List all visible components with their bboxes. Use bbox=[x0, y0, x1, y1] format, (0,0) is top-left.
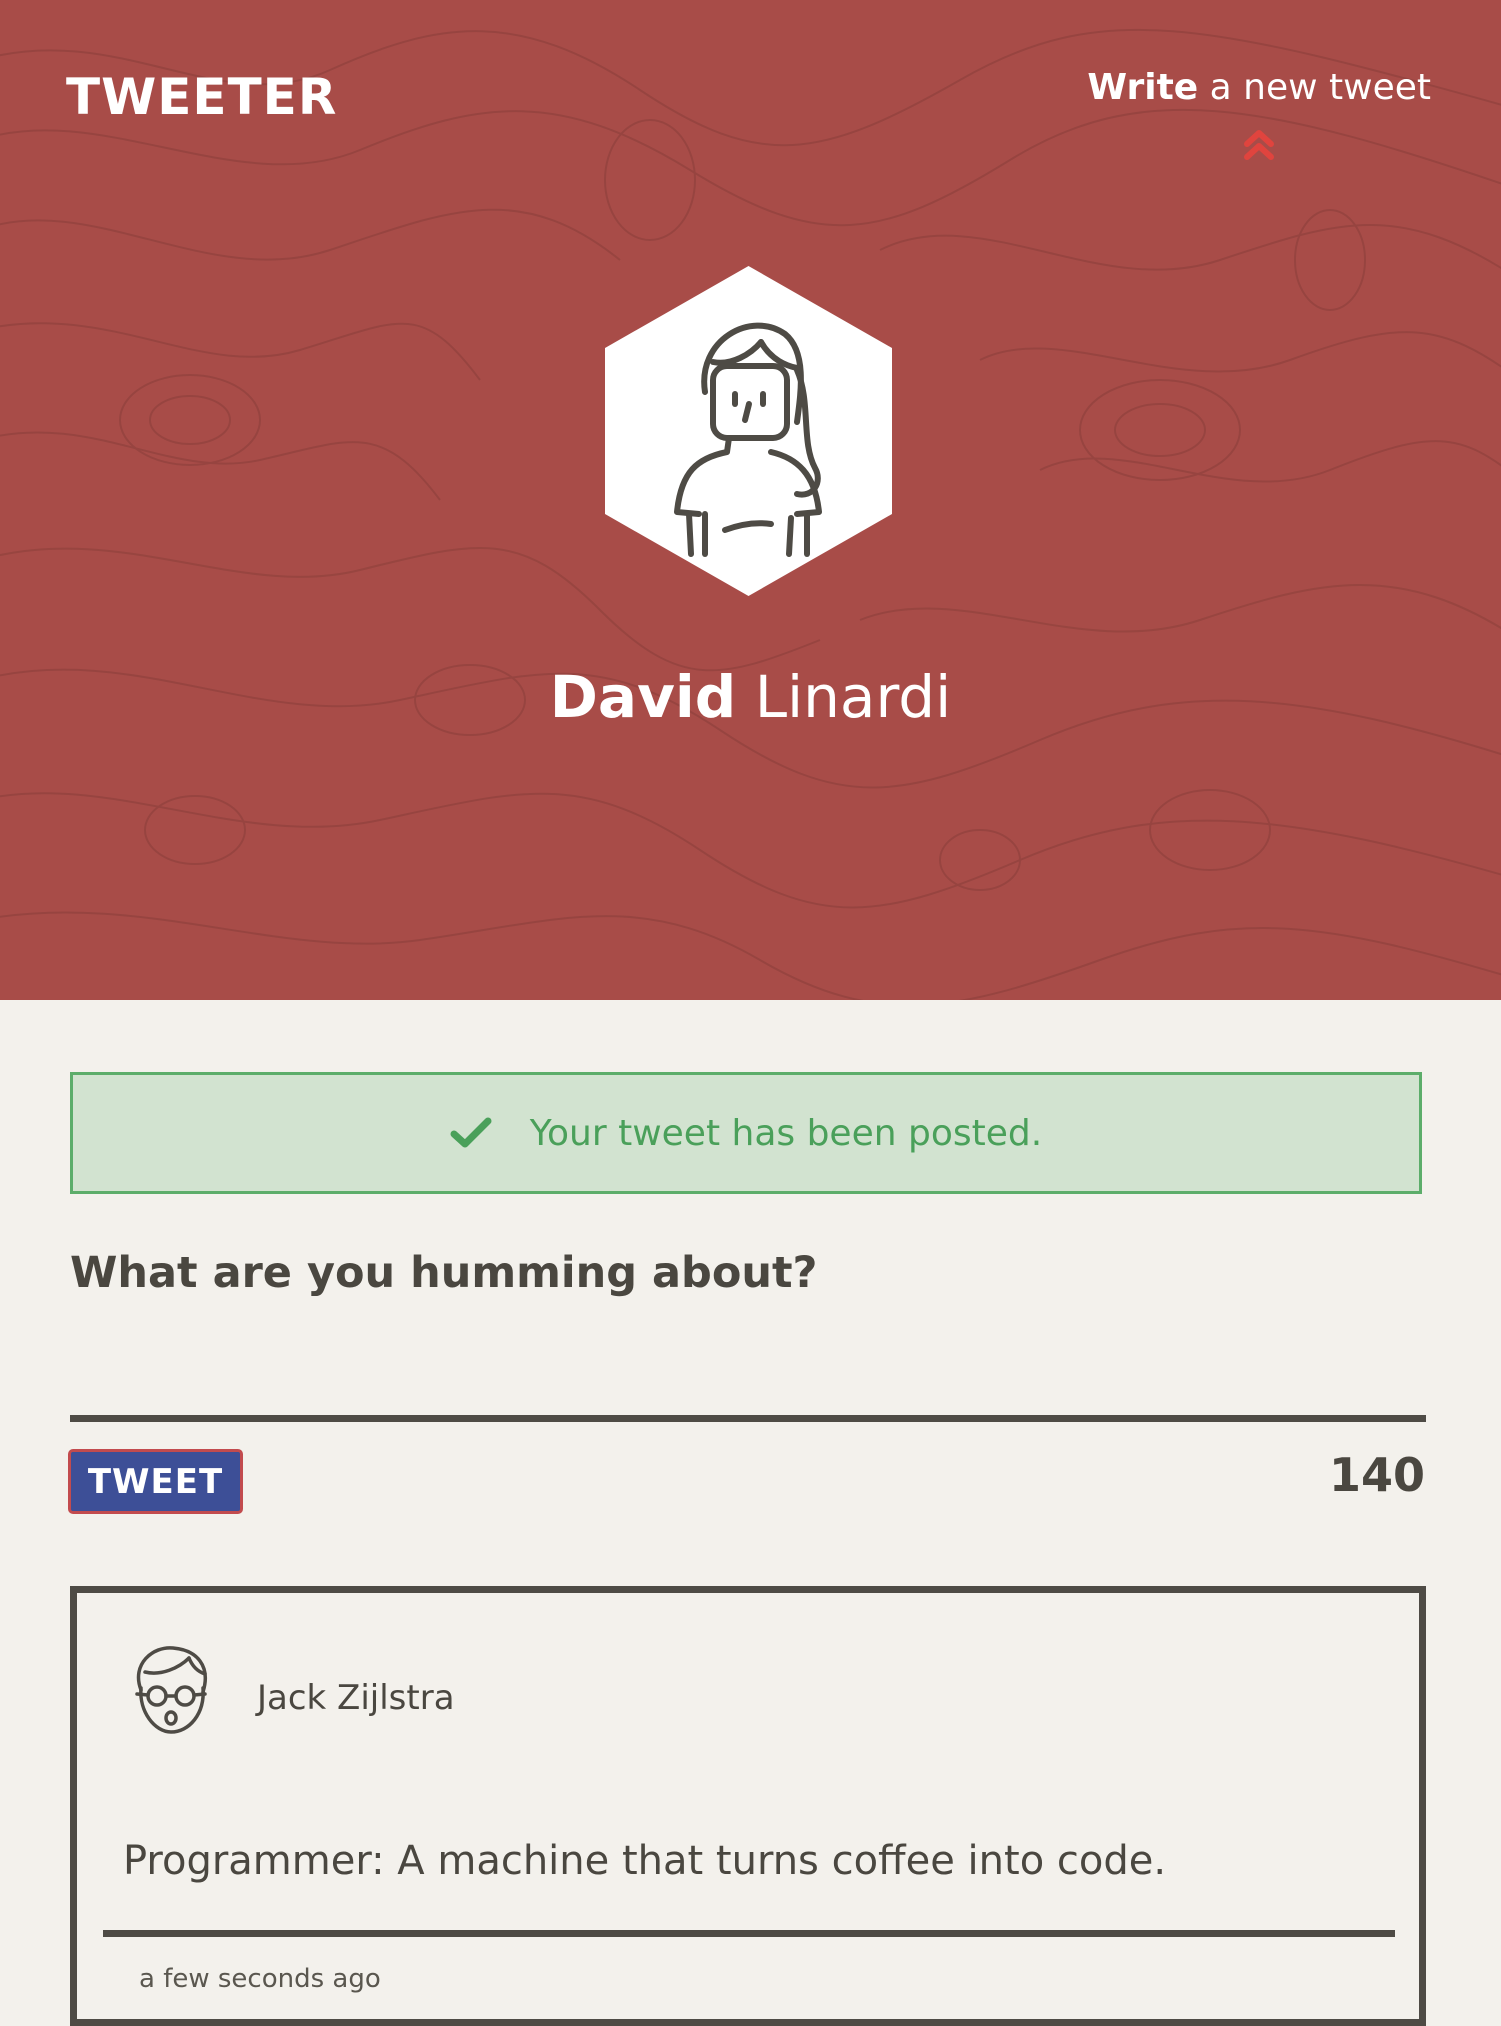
profile-header: TWEETER Write a new tweet David Linardi bbox=[0, 0, 1501, 1000]
profile-last-name: Linardi bbox=[736, 663, 952, 731]
tweet-text: Programmer: A machine that turns coffee … bbox=[123, 1838, 1167, 1884]
profile-first-name: David bbox=[549, 663, 737, 731]
tweet-author-name[interactable]: Jack Zijlstra bbox=[257, 1678, 455, 1718]
brand-logo[interactable]: TWEETER bbox=[66, 72, 337, 122]
write-new-tweet-strong: Write bbox=[1087, 67, 1199, 108]
composer-label: What are you humming about? bbox=[70, 1248, 818, 1298]
tweet-submit-button[interactable]: TWEET bbox=[68, 1449, 243, 1514]
tweet-textarea[interactable] bbox=[70, 1310, 1426, 1422]
profile-avatar bbox=[605, 266, 892, 596]
tweet-card: Jack Zijlstra Programmer: A machine that… bbox=[70, 1586, 1426, 2026]
flash-message: Your tweet has been posted. bbox=[529, 1112, 1043, 1154]
profile-name: David Linardi bbox=[0, 668, 1501, 726]
double-chevron-up-icon[interactable] bbox=[1239, 124, 1279, 164]
write-new-tweet-link[interactable]: Write a new tweet bbox=[1087, 70, 1431, 164]
character-counter: 140 bbox=[1328, 1448, 1425, 1502]
tweet-timestamp: a few seconds ago bbox=[139, 1964, 381, 1994]
write-new-tweet-rest: a new tweet bbox=[1198, 67, 1431, 108]
tweet-divider bbox=[103, 1930, 1395, 1937]
success-flash: Your tweet has been posted. bbox=[70, 1072, 1422, 1194]
check-icon bbox=[450, 1117, 492, 1148]
man-glasses-avatar-icon bbox=[135, 1646, 207, 1734]
